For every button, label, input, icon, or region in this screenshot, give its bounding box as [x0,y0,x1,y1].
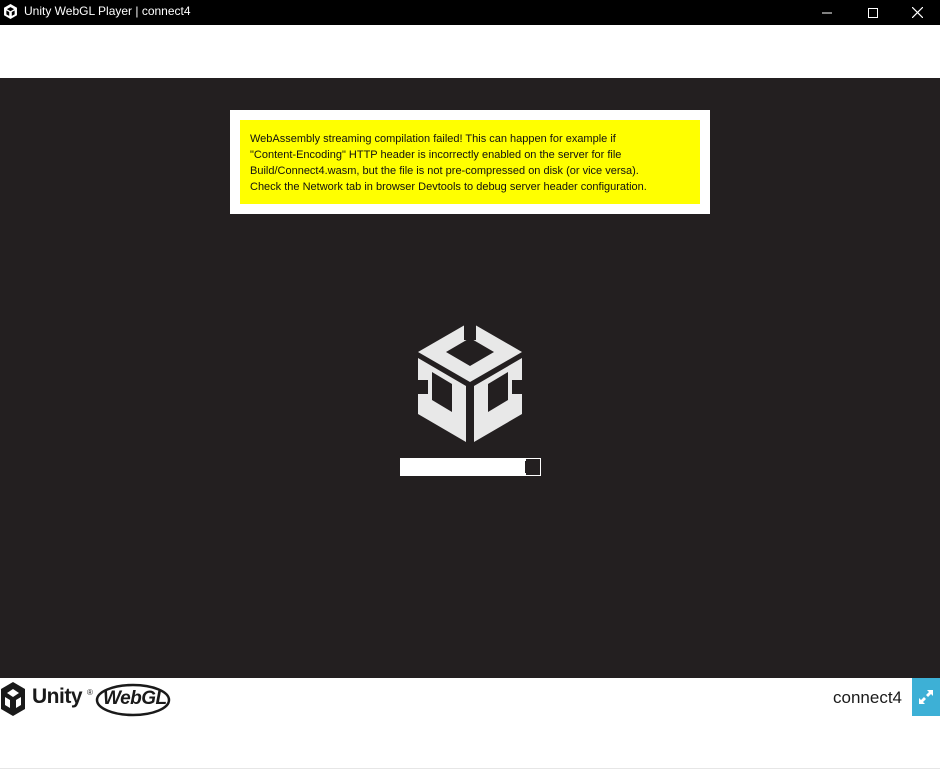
loading-progress-remaining [525,461,538,473]
loading-progress-fill [401,459,526,475]
fullscreen-icon [919,690,933,704]
unity-logo-icon [1,682,25,716]
game-title: connect4 [833,688,902,707]
unity-trademark: ® [87,688,93,697]
warning-line: Build/Connect4.wasm, but the file is not… [250,165,639,177]
window-titlebar: Unity WebGL Player | connect4 [0,0,940,25]
warning-line: "Content-Encoding" HTTP header is incorr… [250,149,622,161]
close-button[interactable] [894,0,940,25]
minimize-button[interactable] [804,0,850,25]
unity-logo-icon [418,322,522,442]
webgl-wordmark: WebGL [103,688,167,709]
loading-progress-bar [400,458,541,476]
warning-line: WebAssembly streaming compilation failed… [250,133,616,145]
divider [0,768,940,769]
unity-icon [4,4,17,19]
unity-wordmark: Unity [32,685,83,708]
warning-banner: WebAssembly streaming compilation failed… [230,110,710,214]
footer: Unity ® WebGL connect4 [0,678,940,771]
minimize-icon [822,12,832,13]
unity-canvas[interactable]: WebAssembly streaming compilation failed… [0,78,940,678]
maximize-icon [868,7,878,18]
fullscreen-button[interactable] [912,678,940,716]
warning-line: Check the Network tab in browser Devtool… [250,181,647,193]
maximize-button[interactable] [850,0,896,25]
warning-message: WebAssembly streaming compilation failed… [240,120,700,204]
close-icon [911,7,923,18]
window-title: Unity WebGL Player | connect4 [24,4,191,18]
top-spacer [0,25,940,78]
